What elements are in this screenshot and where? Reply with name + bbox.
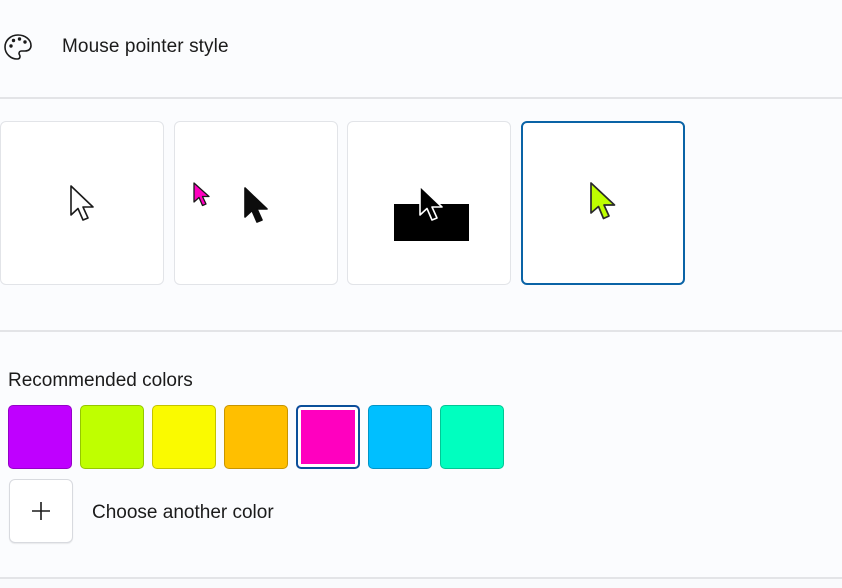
page-title: Mouse pointer style: [62, 36, 229, 57]
pointer-style-black-tile[interactable]: [174, 121, 338, 285]
pointer-pink-small-icon: [193, 182, 210, 207]
pointer-custom-icon: [590, 182, 616, 220]
pointer-inverted-icon: [419, 185, 443, 221]
choose-color-label: Choose another color: [92, 502, 274, 523]
recommended-colors-label: Recommended colors: [8, 370, 193, 391]
color-swatch-orange[interactable]: [224, 405, 288, 469]
pointer-style-white-tile[interactable]: [0, 121, 164, 285]
plus-icon: [32, 502, 50, 520]
choose-color-button[interactable]: [9, 479, 73, 543]
color-swatch-teal[interactable]: [440, 405, 504, 469]
pointer-white-icon: [70, 185, 94, 221]
pointer-style-custom-tile[interactable]: [521, 121, 685, 285]
color-swatch-blue[interactable]: [368, 405, 432, 469]
color-swatch-purple[interactable]: [8, 405, 72, 469]
divider: [0, 577, 842, 579]
pointer-black-icon: [244, 187, 268, 223]
pointer-style-inverted-tile[interactable]: [347, 121, 511, 285]
color-swatch-pink[interactable]: [296, 405, 360, 469]
color-swatch-yellow[interactable]: [152, 405, 216, 469]
settings-header: Mouse pointer style: [0, 0, 842, 97]
palette-icon: [4, 34, 32, 60]
color-swatch-lime[interactable]: [80, 405, 144, 469]
